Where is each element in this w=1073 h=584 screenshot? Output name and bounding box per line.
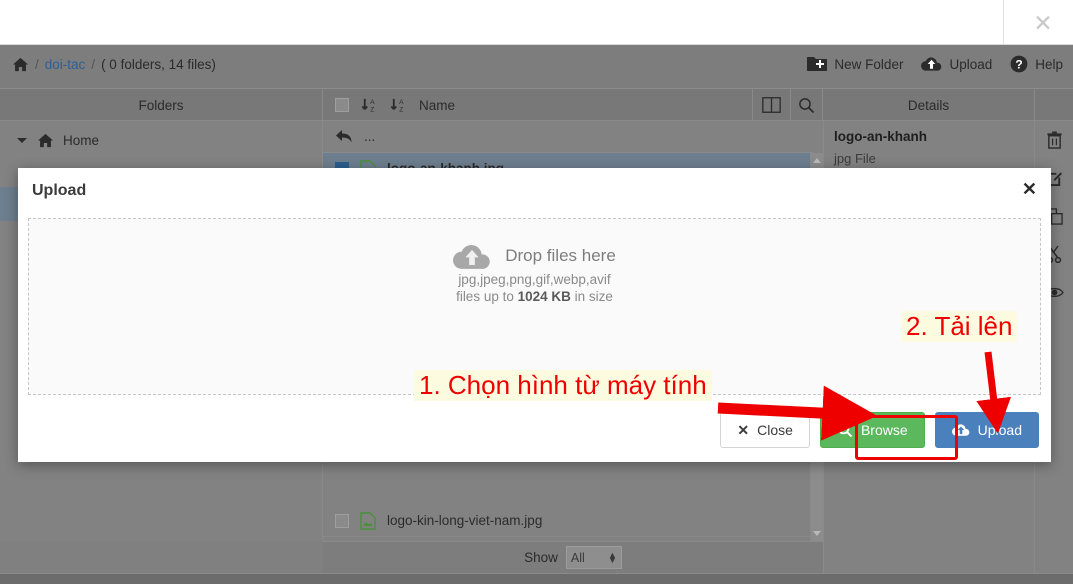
modal-close-icon[interactable]: ✕ <box>1022 180 1037 198</box>
column-details: Details <box>823 89 1035 121</box>
breadcrumb-sep-1: / <box>35 57 39 72</box>
column-name: A Z A Z Name <box>323 89 753 121</box>
dropzone-formats: jpg,jpeg,png,gif,webp,avif <box>458 272 611 287</box>
show-select-value: All <box>570 550 585 565</box>
row-checkbox[interactable] <box>335 513 349 528</box>
app-root: ✕ / doi-tac / ( 0 folders, 14 files) New… <box>0 0 1073 584</box>
tree-item-home-label: Home <box>63 132 100 148</box>
toolbar: New Folder Upload ? Help <box>807 55 1063 73</box>
modal-title: Upload <box>32 182 87 199</box>
column-actions <box>1035 89 1073 121</box>
detail-file-name: logo-an-khanh <box>834 129 927 144</box>
file-name: logo-kin-long-viet-nam.jpg <box>387 513 543 528</box>
help-button[interactable]: ? Help <box>1010 55 1063 73</box>
new-folder-label: New Folder <box>834 56 904 72</box>
scroll-up-icon[interactable] <box>813 158 821 163</box>
table-row[interactable]: logo-kin-long-viet-nam.jpg <box>323 505 813 537</box>
dropzone-size-prefix: files up to <box>456 289 518 304</box>
breadcrumb: / doi-tac / ( 0 folders, 14 files) <box>12 57 216 72</box>
svg-text:?: ? <box>1016 58 1023 72</box>
svg-text:Z: Z <box>370 106 374 113</box>
upload-label: Upload <box>949 56 993 72</box>
stepper-icon: ▲ ▼ <box>607 549 617 565</box>
chevron-down-icon[interactable] <box>16 136 28 144</box>
column-folders: Folders <box>0 89 323 121</box>
modal-upload-label: Upload <box>977 422 1022 438</box>
dropzone-content: Drop files here jpg,jpeg,png,gif,webp,av… <box>29 242 1040 304</box>
breadcrumb-sep-2: / <box>91 57 96 72</box>
window-close-icon[interactable]: ✕ <box>1028 8 1058 38</box>
help-icon: ? <box>1010 55 1028 73</box>
search-button[interactable] <box>791 89 823 121</box>
svg-text:A: A <box>399 98 404 105</box>
sort-alpha-asc-icon[interactable]: A Z <box>361 97 378 114</box>
cloud-upload-icon <box>951 424 970 436</box>
modal-close-button[interactable]: ✕ Close <box>720 412 810 448</box>
cloud-upload-icon <box>453 245 490 269</box>
sort-alpha-desc-icon[interactable]: A Z <box>390 97 407 114</box>
browse-button[interactable]: Browse <box>819 412 925 448</box>
modal-close-label: Close <box>757 422 793 438</box>
svg-text:A: A <box>370 98 375 105</box>
footer-bar: ✕ Cancel Refresh Insert <box>0 573 1073 584</box>
titlebar-divider <box>1003 0 1004 45</box>
breadcrumb-count: ( 0 folders, 14 files) <box>101 57 216 72</box>
column-header-bar: Folders A Z A Z Name Details <box>0 89 1073 121</box>
file-row-parent[interactable]: ... <box>323 121 813 153</box>
modal-upload-button[interactable]: Upload <box>934 412 1039 448</box>
dropzone-size-suffix: in size <box>570 289 613 304</box>
modal-header: Upload ✕ <box>18 168 1051 218</box>
detail-file-type: jpg File <box>834 151 876 166</box>
dropzone-size: files up to 1024 KB in size <box>456 289 613 304</box>
column-name-label: Name <box>419 97 456 113</box>
select-all-checkbox[interactable] <box>335 98 349 112</box>
new-folder-button[interactable]: New Folder <box>807 56 903 72</box>
modal-buttons: ✕ Close Browse Upload <box>720 412 1039 448</box>
dropzone-head: Drop files here <box>453 242 616 270</box>
window-titlebar: ✕ <box>0 0 1073 45</box>
dropzone-title: Drop files here <box>505 246 616 265</box>
upload-modal: Upload ✕ Drop files here jpg,jpeg,png,gi… <box>18 168 1051 462</box>
breadcrumb-bar: / doi-tac / ( 0 folders, 14 files) New F… <box>0 45 1073 89</box>
upload-button[interactable]: Upload <box>921 56 992 72</box>
dropzone[interactable]: Drop files here jpg,jpeg,png,gif,webp,av… <box>28 218 1041 395</box>
close-icon: ✕ <box>737 421 750 438</box>
show-label: Show <box>524 550 558 565</box>
help-label: Help <box>1035 56 1063 72</box>
show-filter-bar: Show All ▲ ▼ <box>323 541 823 573</box>
column-folders-label: Folders <box>138 97 184 113</box>
show-select[interactable]: All ▲ ▼ <box>565 546 622 569</box>
search-icon <box>837 422 853 438</box>
dropzone-size-value: 1024 KB <box>517 289 571 304</box>
delete-icon[interactable] <box>1035 121 1073 159</box>
annotation-step-2: 2. Tải lên <box>901 311 1018 342</box>
tree-item-home[interactable]: Home <box>0 125 323 155</box>
new-folder-icon <box>807 57 828 71</box>
split-view-button[interactable] <box>753 89 791 121</box>
browse-label: Browse <box>860 422 908 438</box>
search-icon <box>799 97 815 113</box>
file-row-parent-label: ... <box>364 129 376 144</box>
home-icon[interactable] <box>12 57 29 72</box>
split-view-icon <box>762 97 781 113</box>
annotation-step-1: 1. Chọn hình từ máy tính <box>414 370 712 401</box>
svg-text:Z: Z <box>399 106 403 113</box>
modal-footer: ✕ Close Browse Upload <box>18 400 1051 462</box>
column-details-label: Details <box>907 97 950 113</box>
scroll-down-icon[interactable] <box>813 531 821 536</box>
image-file-icon <box>360 511 376 530</box>
back-arrow-icon <box>336 130 352 143</box>
home-icon <box>38 133 53 147</box>
cloud-upload-icon <box>921 57 942 71</box>
breadcrumb-folder[interactable]: doi-tac <box>45 57 86 72</box>
